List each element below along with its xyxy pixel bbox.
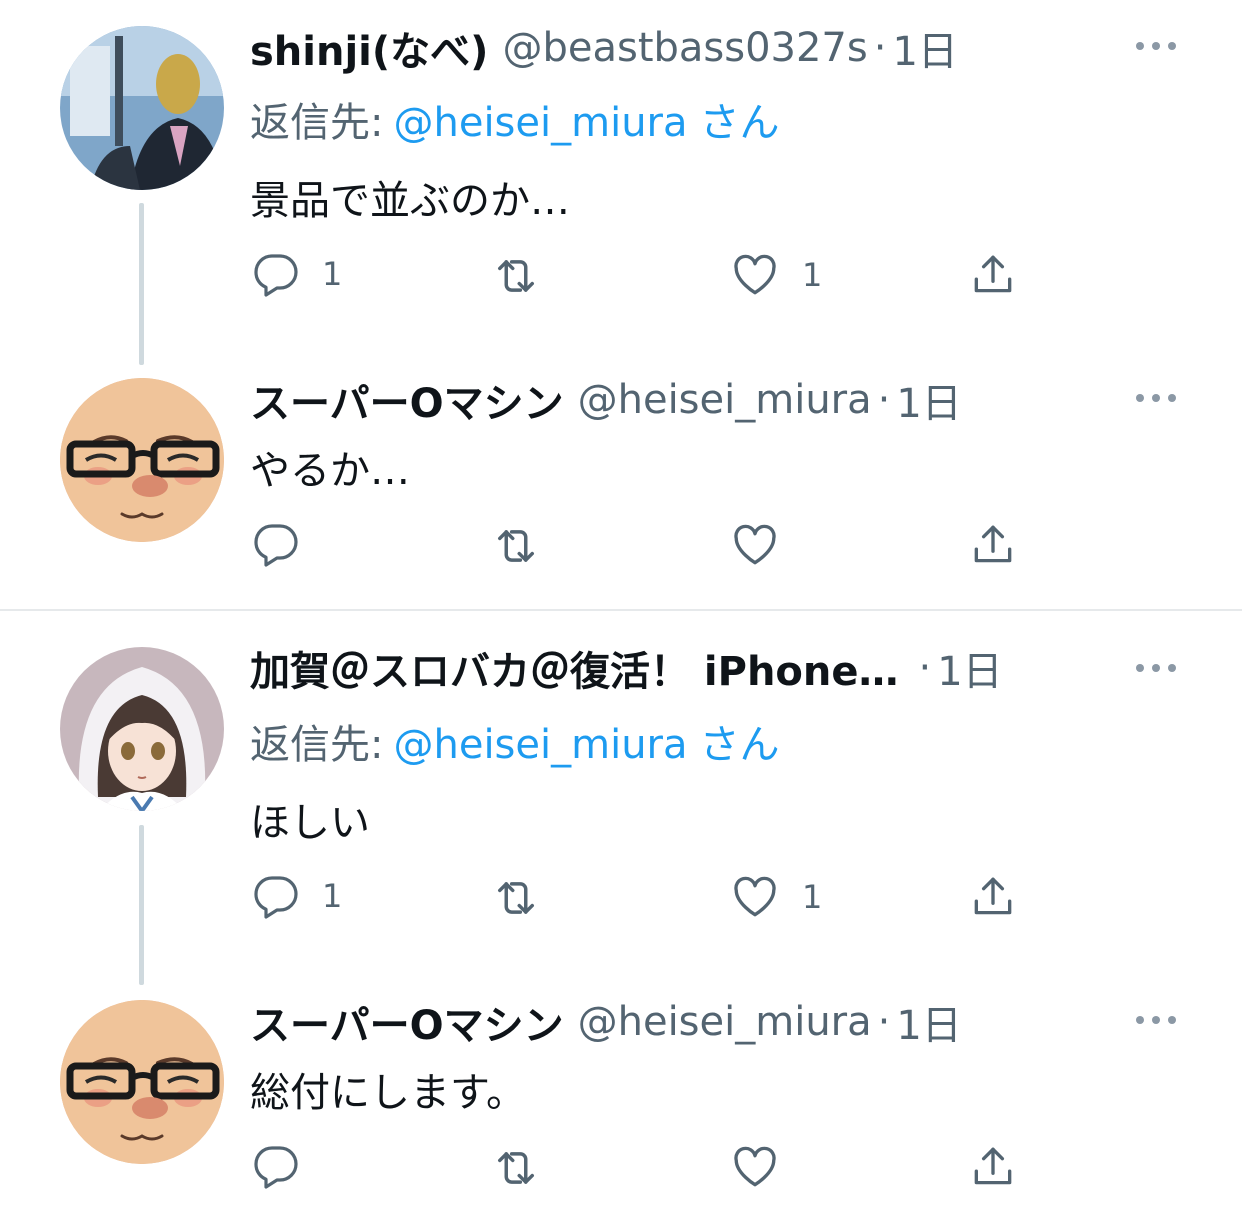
replying-to: 返信先: @heisei_miura さん — [250, 712, 780, 770]
more-icon[interactable] — [1134, 392, 1178, 404]
tweet-text: 総付にします。 — [250, 1070, 526, 1116]
display-name[interactable]: スーパーOマシン — [250, 371, 564, 429]
reply-icon — [252, 250, 300, 298]
thread-connector — [139, 825, 144, 985]
share-button[interactable] — [968, 872, 1018, 922]
timestamp[interactable]: 1日 — [937, 639, 1002, 697]
more-icon[interactable] — [1134, 40, 1178, 52]
like-icon — [730, 520, 780, 570]
reply-icon — [252, 520, 300, 568]
reply-prefix: 返信先: — [250, 722, 384, 768]
tweet-header: shinji(なべ) @beastbass0327s · 1日 — [250, 19, 958, 77]
reply-suffix: さん — [699, 722, 780, 768]
display-name[interactable]: shinji(なべ) — [250, 19, 488, 77]
tweet-divider — [0, 609, 1242, 611]
tweet-header: スーパーOマシン @heisei_miura · 1日 — [250, 371, 962, 429]
timestamp[interactable]: 1日 — [896, 993, 961, 1051]
tweet-header: スーパーOマシン @heisei_miura · 1日 — [250, 993, 962, 1051]
reply-handle-link[interactable]: @heisei_miura — [393, 100, 687, 146]
tweet[interactable]: shinji(なべ) @beastbass0327s · 1日 返信先: @hei… — [0, 0, 1242, 365]
like-icon — [730, 250, 780, 300]
share-button[interactable] — [968, 520, 1018, 570]
retweet-button[interactable] — [490, 1142, 542, 1194]
user-handle[interactable]: @heisei_miura — [578, 377, 872, 423]
share-button[interactable] — [968, 250, 1018, 300]
reply-suffix: さん — [699, 100, 780, 146]
share-icon — [968, 520, 1018, 570]
share-icon — [968, 1142, 1018, 1192]
like-count: 1 — [802, 256, 823, 294]
like-icon — [730, 1142, 780, 1192]
reply-icon — [252, 1142, 300, 1190]
avatar[interactable] — [60, 1000, 224, 1164]
retweet-button[interactable] — [490, 250, 542, 302]
dot-separator: · — [877, 377, 891, 423]
user-handle[interactable]: @beastbass0327s — [502, 25, 867, 71]
like-count: 1 — [802, 878, 823, 916]
retweet-button[interactable] — [490, 872, 542, 924]
more-icon[interactable] — [1134, 1014, 1178, 1026]
like-button[interactable] — [730, 1142, 780, 1192]
reply-prefix: 返信先: — [250, 100, 384, 146]
retweet-button[interactable] — [490, 520, 542, 572]
tweet-header: 加賀＠スロバカ＠復活！ iPhone… · 1日 — [250, 639, 1003, 697]
display-name[interactable]: 加賀＠スロバカ＠復活！ iPhone… — [250, 639, 899, 697]
avatar[interactable] — [60, 647, 224, 811]
retweet-icon — [490, 250, 542, 302]
reply-count: 1 — [322, 255, 343, 293]
dot-separator: · — [918, 645, 932, 691]
dot-separator: · — [877, 999, 891, 1045]
retweet-icon — [490, 520, 542, 572]
more-icon[interactable] — [1134, 662, 1178, 674]
reply-button[interactable]: 1 — [252, 250, 342, 298]
retweet-icon — [490, 1142, 542, 1194]
avatar[interactable] — [60, 378, 224, 542]
share-button[interactable] — [968, 1142, 1018, 1192]
reply-button[interactable] — [252, 520, 300, 568]
timestamp[interactable]: 1日 — [896, 371, 961, 429]
like-button[interactable]: 1 — [730, 872, 822, 922]
reply-button[interactable]: 1 — [252, 872, 342, 920]
like-button[interactable] — [730, 520, 780, 570]
tweet[interactable]: 加賀＠スロバカ＠復活！ iPhone… · 1日 返信先: @heisei_miu… — [0, 620, 1242, 985]
tweet-text: ほしい — [250, 800, 370, 846]
tweet-text: 景品で並ぶのか… — [250, 178, 570, 224]
thread-connector — [139, 203, 144, 365]
timestamp[interactable]: 1日 — [892, 19, 957, 77]
photo-avatar-icon — [60, 26, 224, 190]
dot-separator: · — [873, 25, 887, 71]
tweet-text: やるか… — [250, 448, 410, 494]
reply-handle-link[interactable]: @heisei_miura — [393, 722, 687, 768]
like-icon — [730, 872, 780, 922]
reply-button[interactable] — [252, 1142, 300, 1190]
reply-icon — [252, 872, 300, 920]
glasses-face-avatar-icon — [60, 1000, 224, 1164]
share-icon — [968, 872, 1018, 922]
retweet-icon — [490, 872, 542, 924]
user-handle[interactable]: @heisei_miura — [578, 999, 872, 1045]
avatar[interactable] — [60, 26, 224, 190]
display-name[interactable]: スーパーOマシン — [250, 993, 564, 1051]
tweet[interactable]: スーパーOマシン @heisei_miura · 1日 やるか… — [0, 370, 1242, 608]
tweet[interactable]: スーパーOマシン @heisei_miura · 1日 総付にします。 — [0, 992, 1242, 1230]
anime-girl-avatar-icon — [60, 647, 224, 811]
reply-count: 1 — [322, 877, 343, 915]
replying-to: 返信先: @heisei_miura さん — [250, 90, 780, 148]
glasses-face-avatar-icon — [60, 378, 224, 542]
like-button[interactable]: 1 — [730, 250, 822, 300]
share-icon — [968, 250, 1018, 300]
